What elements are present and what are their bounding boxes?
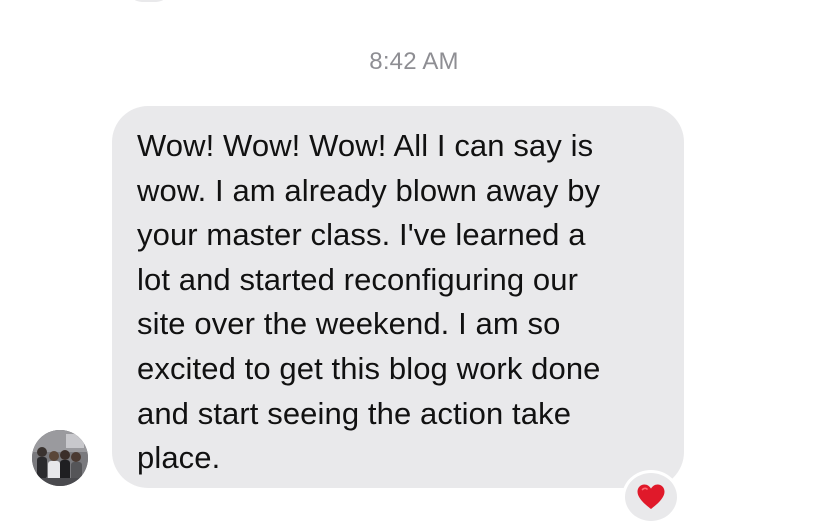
sender-avatar[interactable] <box>32 430 88 486</box>
message-timestamp: 8:42 AM <box>369 48 459 75</box>
red-heart-icon <box>637 484 665 509</box>
message-text: Wow! Wow! Wow! All I can say is wow. I a… <box>137 128 601 476</box>
group-photo-avatar-icon <box>32 430 88 486</box>
incoming-message-bubble[interactable]: Wow! Wow! Wow! All I can say is wow. I a… <box>112 106 684 488</box>
heart-reaction-badge[interactable] <box>622 470 680 524</box>
previous-message-bubble-edge <box>128 0 170 2</box>
